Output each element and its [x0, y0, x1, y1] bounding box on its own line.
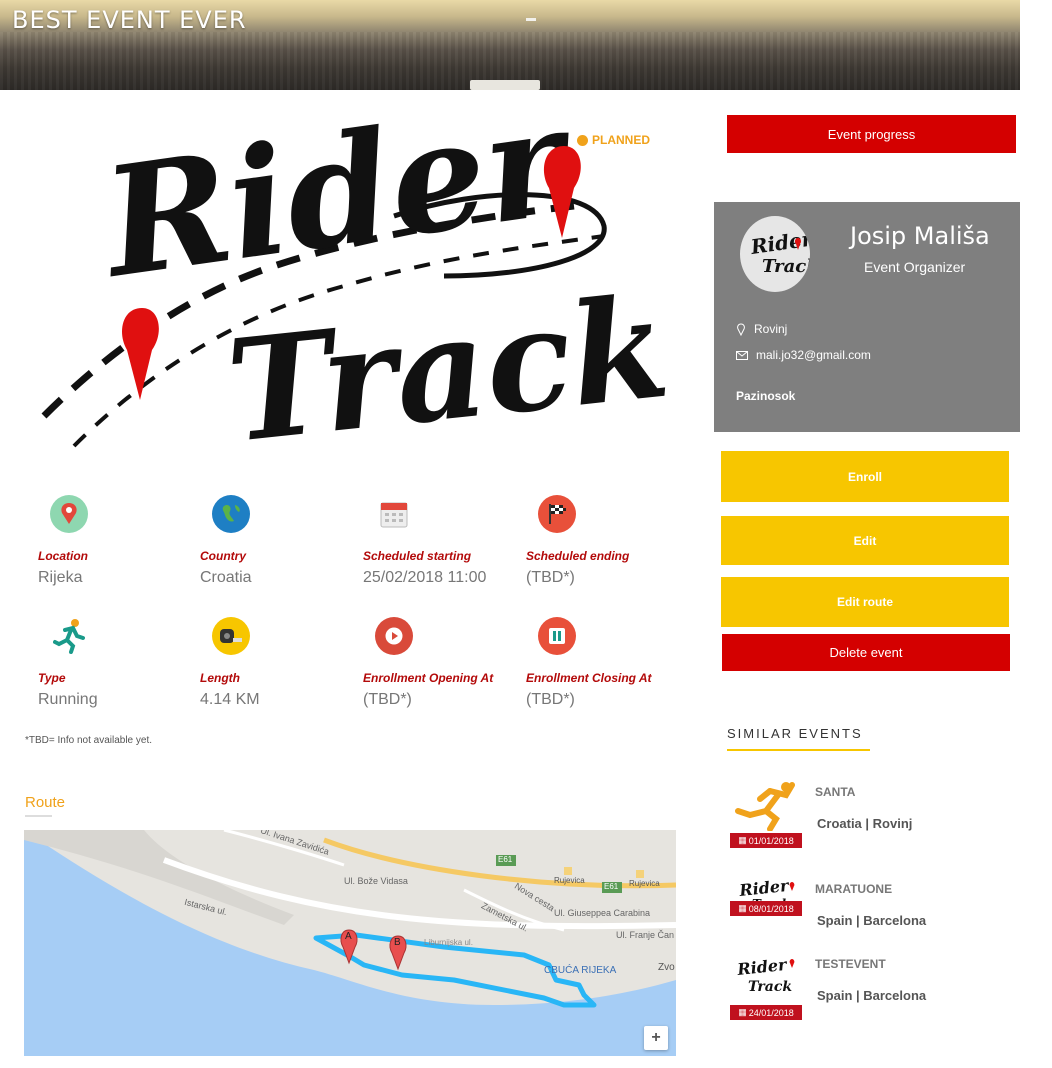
- hero-banner: BEST EVENT EVER: [0, 0, 1020, 90]
- event-progress-button[interactable]: Event progress: [727, 115, 1016, 153]
- map-canvas: [24, 830, 676, 1056]
- similar-event-item[interactable]: Rider Track ▦ 08/01/2018 MARATUONE Spain…: [730, 876, 1020, 950]
- organizer-role: Event Organizer: [864, 259, 966, 275]
- organizer-email[interactable]: mali.jo32@gmail.com: [736, 348, 871, 362]
- lane-marking: [526, 18, 536, 21]
- similar-events-heading: SIMILAR EVENTS: [727, 726, 863, 741]
- map-pin-icon: [50, 495, 88, 533]
- similar-event-date: ▦ 01/01/2018: [730, 833, 802, 848]
- delete-event-button[interactable]: Delete event: [722, 634, 1010, 671]
- info-scheduled-end: Scheduled ending (TBD*): [526, 495, 686, 587]
- map-zoom-in-button[interactable]: +: [644, 1026, 668, 1050]
- info-length: Length 4.14 KM: [200, 617, 360, 709]
- organizer-avatar[interactable]: Rider Track: [740, 216, 810, 292]
- route-underline: [25, 815, 52, 817]
- calendar-icon: ▦: [738, 835, 747, 845]
- event-logo: Rider Track: [14, 72, 676, 475]
- map-poi-label: CBUĆA RIJEKA: [544, 965, 617, 976]
- status-badge: PLANNED: [577, 133, 650, 147]
- lane-marking: [470, 80, 540, 90]
- edit-route-button[interactable]: Edit route: [721, 577, 1009, 627]
- map-marker-b[interactable]: B: [394, 937, 401, 948]
- calendar-icon: ▦: [738, 903, 747, 913]
- map-label: E61: [498, 855, 513, 864]
- info-scheduled-start: Scheduled starting 25/02/2018 11:00: [363, 495, 523, 587]
- play-icon: [375, 617, 413, 655]
- similar-event-item[interactable]: ▦ 01/01/2018 SANTA Croatia | Rovinj: [730, 781, 1020, 853]
- location-pin-icon: [737, 322, 745, 336]
- svg-text:Track: Track: [220, 266, 674, 461]
- event-title: BEST EVENT EVER: [12, 6, 247, 34]
- rider-track-logo: Rider Track: [730, 953, 802, 1003]
- edit-button[interactable]: Edit: [721, 516, 1009, 565]
- measuring-tape-icon: [212, 617, 250, 655]
- envelope-icon: [736, 350, 748, 360]
- svg-text:Track: Track: [748, 979, 792, 995]
- route-map[interactable]: Ul. Ivana Zavidića Ul. Bože Vidasa Istar…: [24, 830, 676, 1056]
- map-marker-a[interactable]: A: [345, 931, 352, 942]
- info-location: Location Rijeka: [38, 495, 198, 587]
- similar-event-place: Spain | Barcelona: [817, 988, 927, 1003]
- info-enroll-open: Enrollment Opening At (TBD*): [363, 617, 523, 709]
- organizer-team[interactable]: Pazinosok: [736, 389, 795, 403]
- similar-event-place: Spain | Barcelona: [817, 913, 927, 928]
- organizer-city: Rovinj: [736, 322, 787, 336]
- map-label: E61: [604, 882, 619, 891]
- svg-text:Track: Track: [762, 256, 810, 277]
- similar-event-date: ▦ 24/01/2018: [730, 1005, 802, 1020]
- runner-icon: [50, 617, 88, 655]
- organizer-card: Rider Track Josip Mališa Event Organizer…: [714, 202, 1020, 432]
- pause-icon: [538, 617, 576, 655]
- similar-event-item[interactable]: Rider Track ▦ 24/01/2018 TESTEVENT Spain…: [730, 953, 1020, 1025]
- calendar-icon: [375, 495, 413, 533]
- calendar-icon: ▦: [738, 1007, 747, 1017]
- svg-text:Rider: Rider: [735, 955, 788, 979]
- organizer-name: Josip Mališa: [850, 222, 990, 250]
- map-label: Rujevica: [554, 876, 585, 885]
- map-label: Ul. Bože Vidasa: [344, 876, 408, 886]
- map-label: Ul. Franje Čan: [616, 930, 675, 940]
- similar-event-name[interactable]: MARATUONE: [815, 882, 892, 896]
- map-label: Ul. Giuseppea Carabina: [554, 908, 651, 918]
- globe-icon: [212, 495, 250, 533]
- info-enroll-close: Enrollment Closing At (TBD*): [526, 617, 686, 709]
- route-heading: Route: [25, 794, 66, 811]
- status-dot-icon: [577, 134, 588, 146]
- tbd-note: *TBD= Info not available yet.: [25, 735, 153, 746]
- rider-track-logo: Rider Track: [41, 72, 676, 475]
- map-label: Zvo: [658, 962, 675, 973]
- map-label: Rujevica: [629, 879, 660, 888]
- enroll-button[interactable]: Enroll: [721, 451, 1009, 502]
- map-label: Liburnijska ul.: [424, 938, 473, 947]
- info-country: Country Croatia: [200, 495, 360, 587]
- similar-event-name[interactable]: SANTA: [815, 785, 855, 799]
- similar-events-underline: [727, 749, 870, 751]
- runner-icon: [730, 781, 802, 832]
- info-type: Type Running: [38, 617, 198, 709]
- similar-event-date: ▦ 08/01/2018: [730, 901, 802, 916]
- finish-flag-icon: [538, 495, 576, 533]
- similar-event-name[interactable]: TESTEVENT: [815, 957, 886, 971]
- similar-event-place: Croatia | Rovinj: [817, 816, 913, 831]
